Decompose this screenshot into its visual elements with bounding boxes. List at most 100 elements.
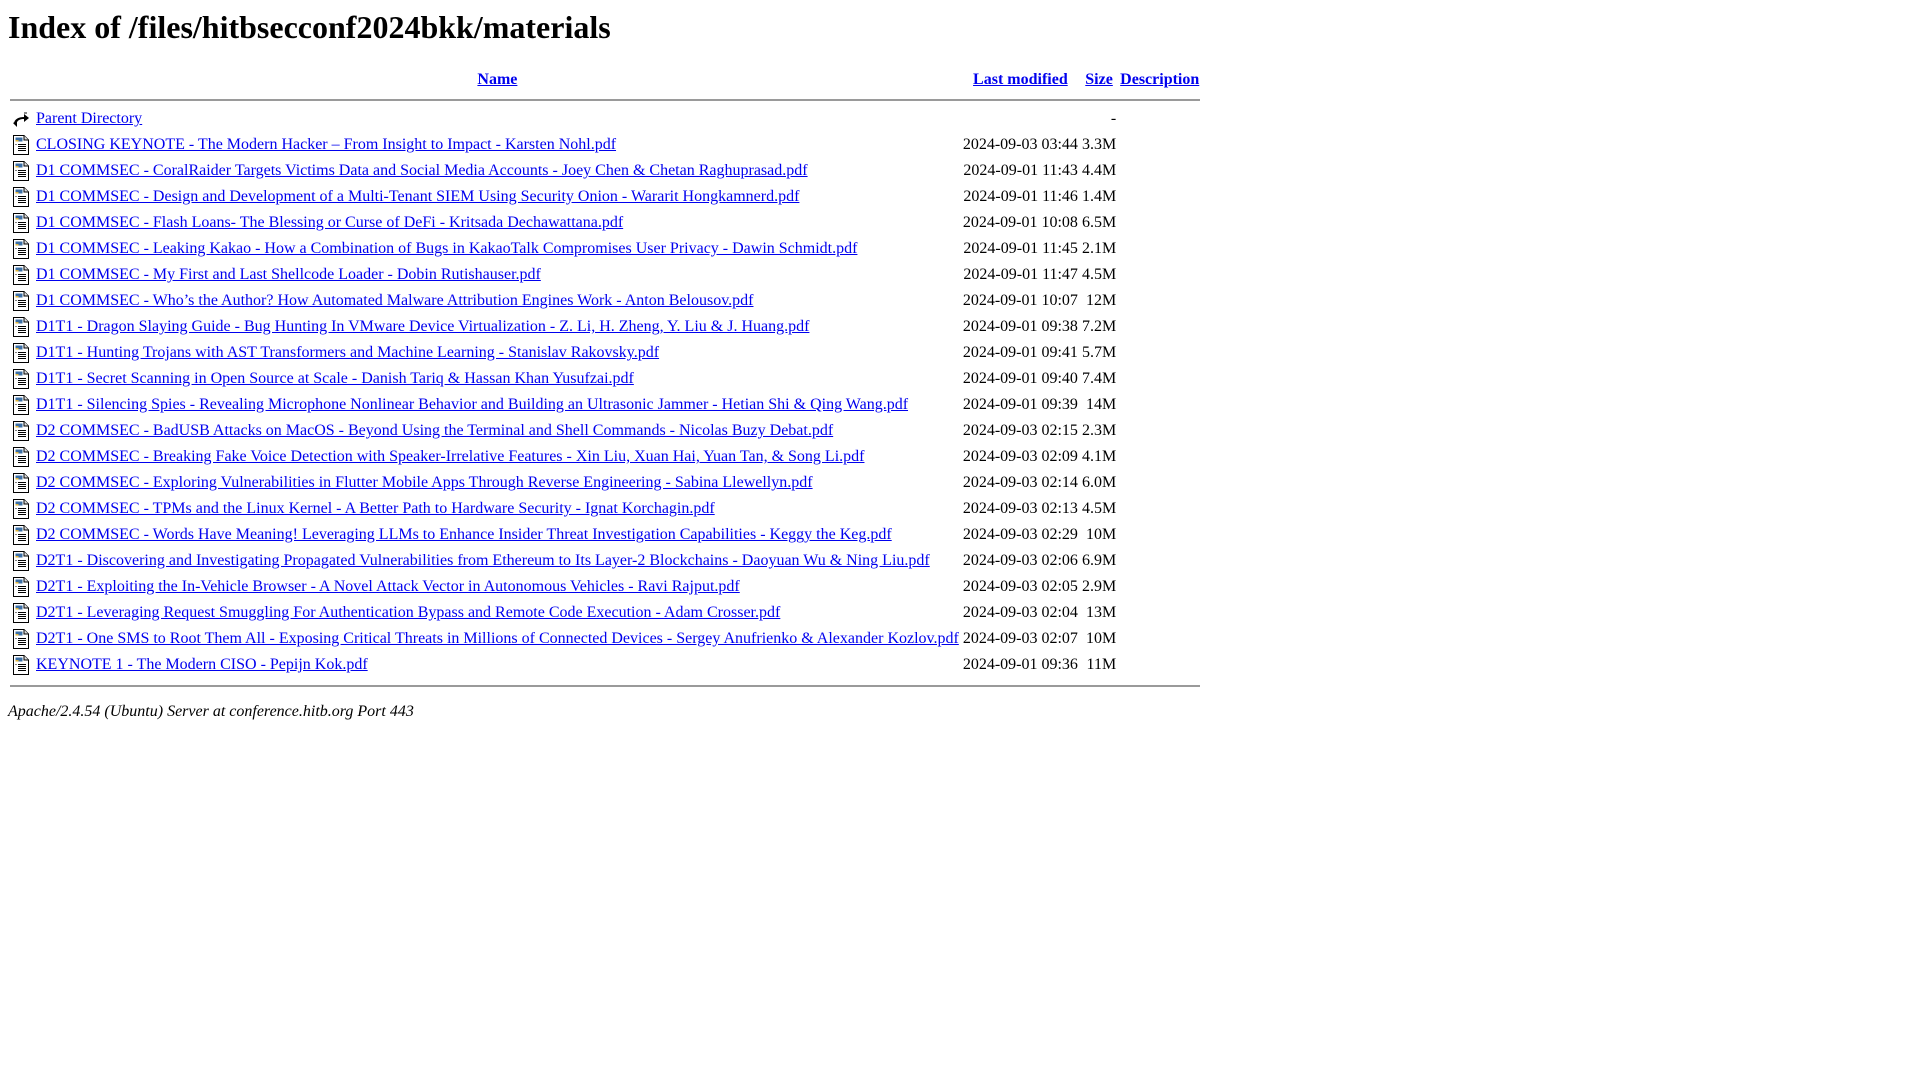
description-column-header: Description [1119,69,1200,91]
file-link[interactable]: D2T1 - Leveraging Request Smuggling For … [36,604,780,621]
text-document-icon [11,446,31,468]
size-cell: 4.5M [1081,500,1117,517]
sort-by-name-link[interactable]: Name [477,71,517,88]
description-cell [1119,107,1200,131]
file-link[interactable]: D1T1 - Hunting Trojans with AST Transfor… [36,344,659,361]
last-modified-cell: 2024-09-01 09:36 [962,656,1078,673]
text-document-icon [11,602,31,624]
text-document-icon [11,420,31,442]
description-cell [1119,497,1200,521]
size-cell: 6.9M [1081,552,1117,569]
size-cell: 6.0M [1081,474,1117,491]
parent-directory-link[interactable]: Parent Directory [36,110,142,127]
file-link[interactable]: D1 COMMSEC - Who’s the Author? How Autom… [36,292,753,309]
last-modified-cell: 2024-09-03 02:06 [962,552,1078,569]
size-cell: 6.5M [1081,214,1117,231]
size-column-header: Size [1081,69,1117,91]
size-cell: 10M [1085,630,1117,647]
file-row: D1 COMMSEC - Leaking Kakao - How a Combi… [10,237,1200,261]
file-link[interactable]: D1 COMMSEC - Flash Loans- The Blessing o… [36,214,623,231]
file-link[interactable]: D2 COMMSEC - Breaking Fake Voice Detecti… [36,448,864,465]
sort-by-size-link[interactable]: Size [1085,71,1113,88]
text-document-icon [11,368,31,390]
file-link[interactable]: D1 COMMSEC - Leaking Kakao - How a Combi… [36,240,857,257]
description-cell [1119,341,1200,365]
description-cell [1119,549,1200,573]
last-modified-cell: 2024-09-01 11:43 [963,162,1078,179]
file-link[interactable]: D2T1 - Exploiting the In-Vehicle Browser… [36,578,740,595]
file-link[interactable]: D2 COMMSEC - Words Have Meaning! Leverag… [36,526,892,543]
file-link[interactable]: D2T1 - Discovering and Investigating Pro… [36,552,930,569]
size-cell: 4.5M [1081,266,1117,283]
bottom-divider [10,685,1201,687]
last-modified-cell: 2024-09-03 02:04 [962,604,1078,621]
file-row: D1T1 - Secret Scanning in Open Source at… [10,367,1200,391]
file-link[interactable]: D2T1 - One SMS to Root Them All - Exposi… [36,630,959,647]
size-cell: 2.3M [1081,422,1117,439]
name-column-header: Name [35,69,960,91]
file-row: D2 COMMSEC - Breaking Fake Voice Detecti… [10,445,1200,469]
text-document-icon [11,212,31,234]
last-modified-cell: 2024-09-03 02:13 [962,500,1078,517]
last-modified-cell: 2024-09-03 02:07 [962,630,1078,647]
icon-column-header [10,69,33,91]
back-arrow-icon [11,108,31,130]
file-row: D2T1 - Discovering and Investigating Pro… [10,549,1200,573]
file-link[interactable]: D1 COMMSEC - Design and Development of a… [36,188,799,205]
text-document-icon [11,472,31,494]
text-document-icon [11,654,31,676]
description-cell [1119,237,1200,261]
file-link[interactable]: D2 COMMSEC - TPMs and the Linux Kernel -… [36,500,715,517]
size-cell: 2.9M [1081,578,1117,595]
file-row: CLOSING KEYNOTE - The Modern Hacker – Fr… [10,133,1200,157]
size-cell: 5.7M [1081,344,1117,361]
file-row: D2 COMMSEC - Exploring Vulnerabilities i… [10,471,1200,495]
file-row: D1 COMMSEC - My First and Last Shellcode… [10,263,1200,287]
file-link[interactable]: D1 COMMSEC - CoralRaider Targets Victims… [36,162,808,179]
last-modified-cell: 2024-09-03 02:05 [962,578,1078,595]
file-link[interactable]: D1T1 - Silencing Spies - Revealing Micro… [36,396,908,413]
description-cell [1119,263,1200,287]
size-cell: 12M [1085,292,1117,309]
last-modified-cell: 2024-09-01 10:08 [962,214,1078,231]
file-row: D1T1 - Dragon Slaying Guide - Bug Huntin… [10,315,1200,339]
last-modified-column-header: Last modified [962,69,1079,91]
text-document-icon [11,264,31,286]
description-cell [1119,419,1200,443]
text-document-icon [11,576,31,598]
file-link[interactable]: KEYNOTE 1 - The Modern CISO - Pepijn Kok… [36,656,368,673]
description-cell [1119,471,1200,495]
size-cell: 4.4M [1081,162,1117,179]
file-link[interactable]: D2 COMMSEC - BadUSB Attacks on MacOS - B… [36,422,833,439]
file-row: D1 COMMSEC - Who’s the Author? How Autom… [10,289,1200,313]
page-title: Index of /files/hitbsecconf2024bkk/mater… [8,9,611,45]
text-document-icon [11,550,31,572]
separator-row [10,679,1201,691]
text-document-icon [11,186,31,208]
file-link[interactable]: CLOSING KEYNOTE - The Modern Hacker – Fr… [36,136,616,153]
text-document-icon [11,498,31,520]
file-row: D1 COMMSEC - Design and Development of a… [10,185,1200,209]
last-modified-cell: 2024-09-03 02:09 [962,448,1078,465]
size-cell: 3.3M [1081,136,1117,153]
file-row: D2T1 - One SMS to Root Them All - Exposi… [10,627,1200,651]
description-cell [1119,523,1200,547]
sort-by-last-modified-link[interactable]: Last modified [973,71,1068,88]
last-modified-cell: 2024-09-03 02:14 [962,474,1078,491]
file-link[interactable]: D1 COMMSEC - My First and Last Shellcode… [36,266,541,283]
last-modified-cell: 2024-09-01 11:47 [963,266,1078,283]
last-modified-cell: 2024-09-01 09:41 [962,344,1078,361]
size-cell: 10M [1085,526,1117,543]
description-cell [1119,627,1200,651]
file-link[interactable]: D1T1 - Secret Scanning in Open Source at… [36,370,634,387]
file-link[interactable]: D2 COMMSEC - Exploring Vulnerabilities i… [36,474,813,491]
description-cell [1119,367,1200,391]
sort-by-description-link[interactable]: Description [1120,71,1199,88]
size-cell: 7.2M [1081,318,1117,335]
size-cell: 14M [1085,396,1117,413]
text-document-icon [11,524,31,546]
description-cell [1119,159,1200,183]
size-cell: 4.1M [1081,448,1117,465]
description-cell [1119,289,1200,313]
file-link[interactable]: D1T1 - Dragon Slaying Guide - Bug Huntin… [36,318,809,335]
